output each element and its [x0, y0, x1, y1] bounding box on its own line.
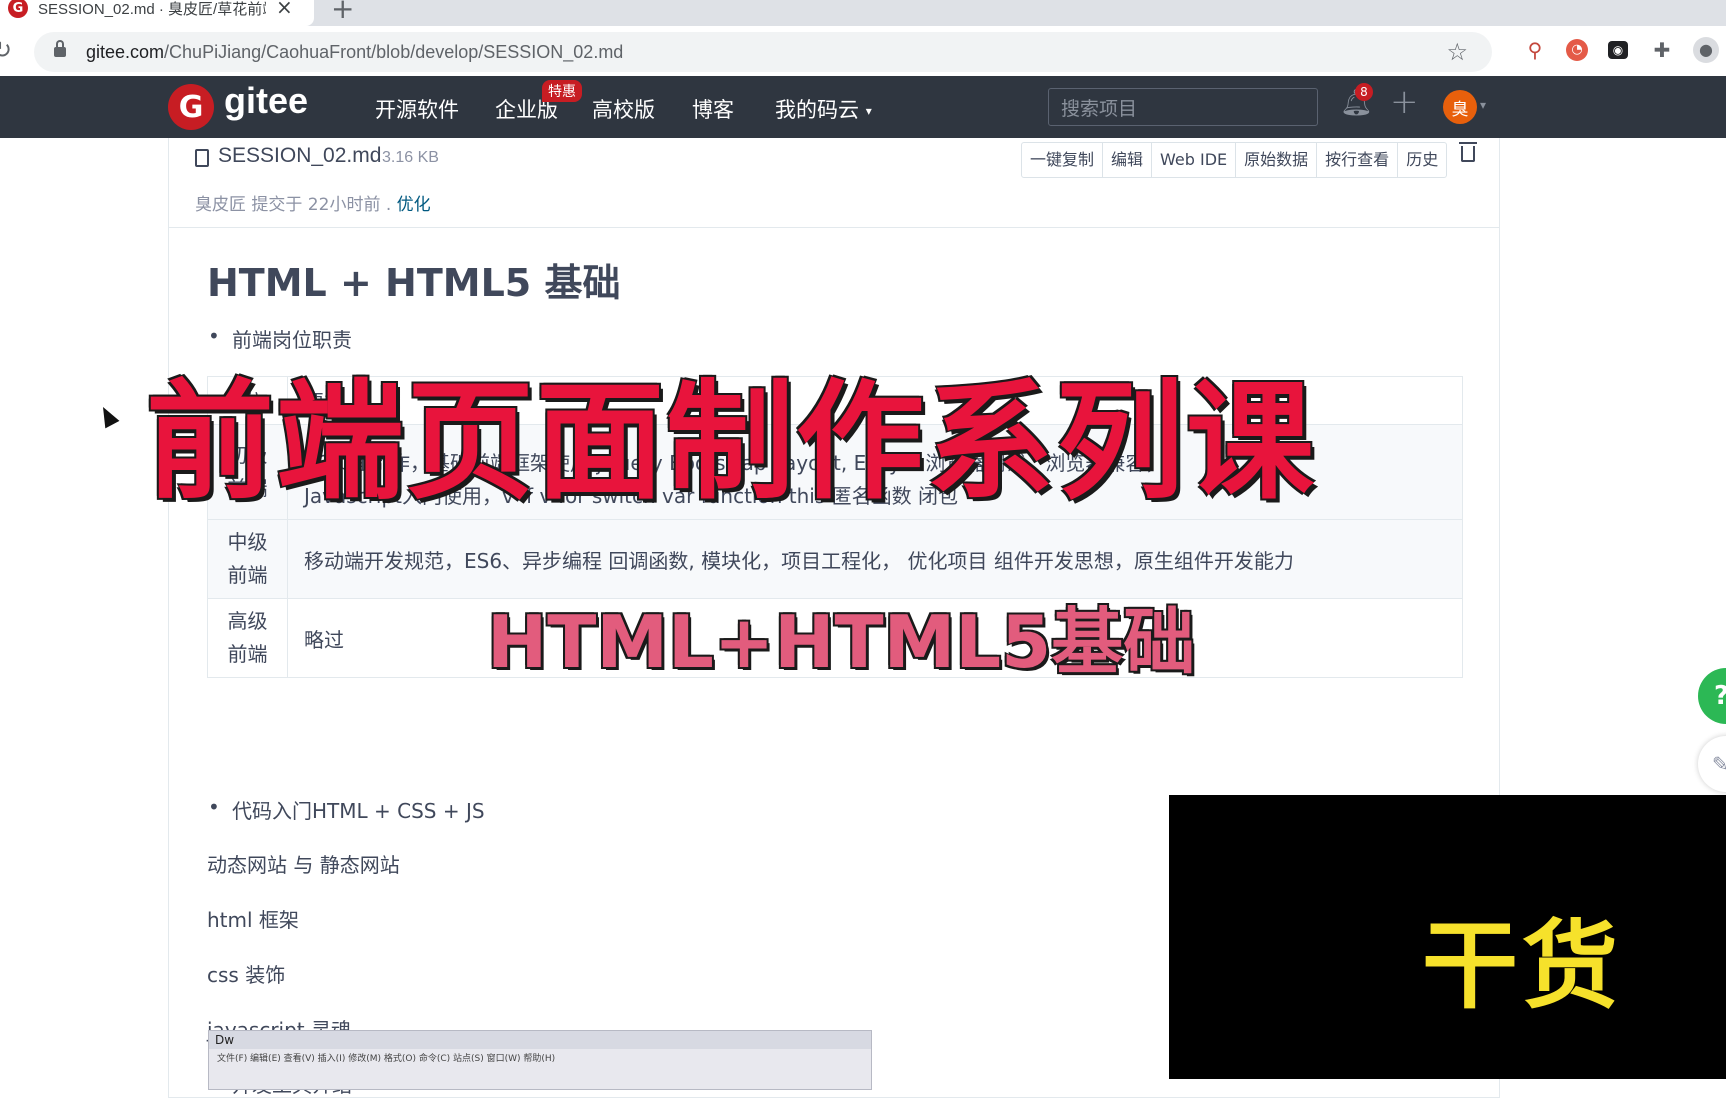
paragraph: 动态网站 与 静态网站: [207, 853, 400, 877]
file-actions: 一键复制 编辑 Web IDE 原始数据 按行查看 历史: [1021, 142, 1448, 178]
paragraph: html 框架: [207, 908, 299, 932]
avatar[interactable]: 臭: [1443, 90, 1477, 124]
markdown-heading: HTML + HTML5 基础: [207, 261, 621, 305]
nav-my-gitee[interactable]: 我的码云 ▾: [775, 94, 872, 124]
commit-info: 臭皮匠 提交于 22小时前 . 优化: [195, 195, 431, 215]
commit-link[interactable]: 优化: [397, 195, 431, 215]
raw-button[interactable]: 原始数据: [1236, 143, 1318, 177]
browser-toolbar: ↻ gitee.com/ChuPiJiang/CaohuaFront/blob/…: [0, 26, 1726, 76]
dreamweaver-menubar: 文件(F) 编辑(E) 查看(V) 插入(I) 修改(M) 格式(O) 命令(C…: [217, 1054, 556, 1064]
file-icon: [195, 149, 209, 167]
file-header: SESSION_02.md 3.16 KB 臭皮匠 提交于 22小时前 . 优化…: [169, 138, 1499, 228]
search-input[interactable]: 搜索项目: [1048, 88, 1318, 126]
gitee-header: G gitee 开源软件 企业版 特惠 高校版 博客 我的码云 ▾ 搜索项目 🔔…: [0, 76, 1726, 138]
ghost-icon[interactable]: ◉: [1608, 41, 1628, 59]
overlay-subtitle: HTML+HTML5基础: [487, 600, 1196, 684]
tab-title: SESSION_02.md · 臭皮匠/草花前端: [38, 0, 266, 18]
paragraph: css 装饰: [207, 963, 286, 987]
copy-button[interactable]: 一键复制: [1022, 143, 1104, 177]
nav-open-source[interactable]: 开源软件: [375, 94, 459, 124]
dreamweaver-titlebar: Dw: [209, 1031, 871, 1049]
overlay-title: 前端页面制作系列课: [146, 368, 1317, 517]
file-name: SESSION_02.md: [218, 144, 382, 167]
promo-badge: 特惠: [542, 80, 582, 102]
web-ide-button[interactable]: Web IDE: [1152, 143, 1237, 177]
edit-button[interactable]: 编辑: [1103, 143, 1153, 177]
nav-education[interactable]: 高校版: [592, 94, 655, 124]
history-button[interactable]: 历史: [1398, 143, 1446, 177]
gitee-logo-icon[interactable]: G: [168, 84, 214, 130]
clock-icon[interactable]: ◔: [1566, 39, 1588, 61]
blame-button[interactable]: 按行查看: [1317, 143, 1399, 177]
promo-text: 干货: [1422, 910, 1622, 1022]
chevron-down-icon: ▾: [865, 104, 872, 118]
lock-icon[interactable]: [54, 40, 66, 57]
url-text[interactable]: gitee.com/ChuPiJiang/CaohuaFront/blob/de…: [86, 42, 623, 63]
chevron-down-icon[interactable]: ▾: [1480, 98, 1486, 112]
table-cell-level: 中级 前端: [207, 519, 288, 599]
browser-tabstrip: G SESSION_02.md · 臭皮匠/草花前端 × +: [0, 0, 1726, 26]
gitee-favicon-icon: G: [8, 0, 28, 18]
mouse-cursor-icon: [95, 403, 120, 429]
dreamweaver-screenshot: Dw 文件(F) 编辑(E) 查看(V) 插入(I) 修改(M) 格式(O) 命…: [208, 1030, 872, 1090]
file-size: 3.16 KB: [382, 149, 439, 166]
notification-badge: 8: [1355, 83, 1373, 101]
browser-tab-active[interactable]: G SESSION_02.md · 臭皮匠/草花前端 ×: [0, 0, 314, 26]
table-cell-level: 高级 前端: [207, 598, 288, 678]
list-item: 代码入门HTML + CSS + JS: [208, 795, 485, 824]
edit-feedback-icon[interactable]: ✎: [1698, 736, 1726, 792]
reload-icon[interactable]: ↻: [0, 36, 12, 64]
new-tab-icon[interactable]: +: [331, 0, 354, 25]
trash-icon[interactable]: [1459, 142, 1477, 162]
bookmark-star-icon[interactable]: ☆: [1446, 38, 1468, 66]
plus-icon[interactable]: +: [1390, 82, 1419, 122]
address-bar[interactable]: gitee.com/ChuPiJiang/CaohuaFront/blob/de…: [34, 32, 1492, 72]
tab-close-icon[interactable]: ×: [276, 0, 293, 19]
gitee-brand[interactable]: gitee: [224, 80, 308, 122]
graph-icon[interactable]: ⚲: [1523, 38, 1547, 62]
nav-blog[interactable]: 博客: [692, 94, 734, 124]
help-button[interactable]: ?: [1698, 668, 1726, 724]
profile-icon[interactable]: ●: [1693, 37, 1719, 63]
puzzle-icon[interactable]: ✚: [1650, 38, 1674, 62]
